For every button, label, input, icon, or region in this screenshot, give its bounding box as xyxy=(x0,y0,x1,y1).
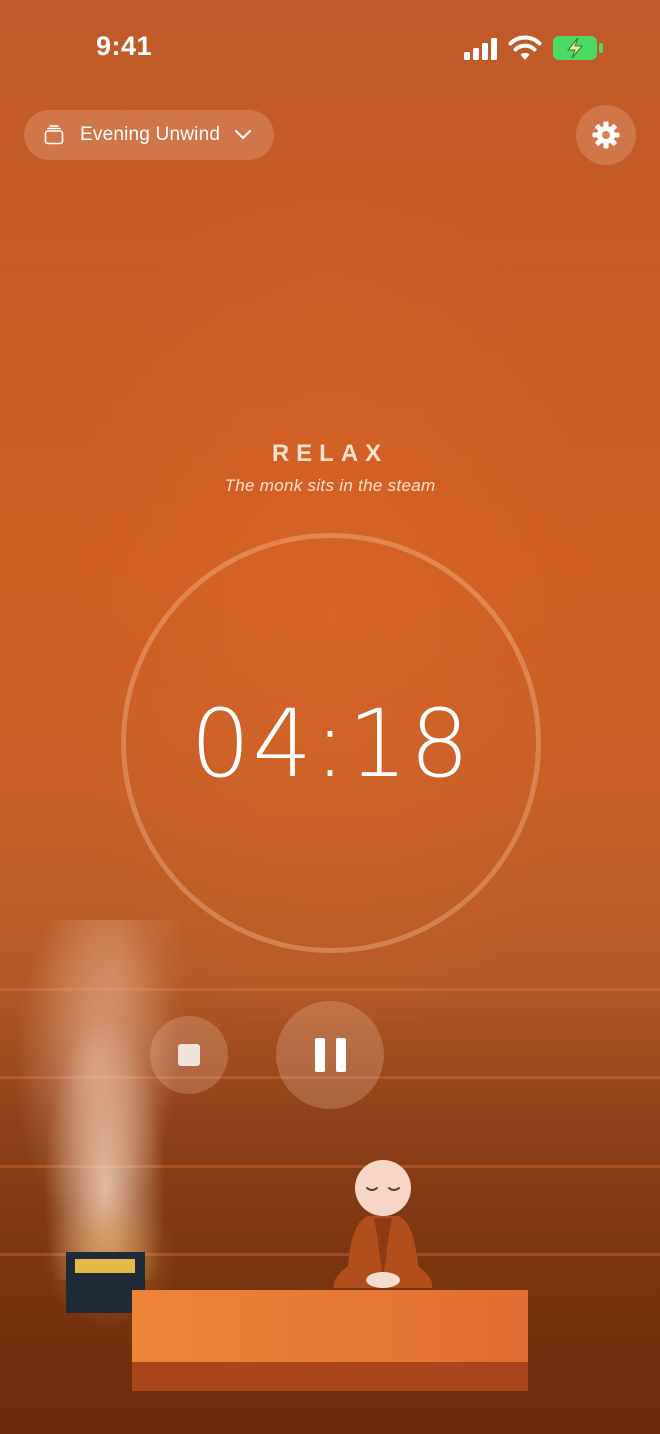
gear-icon xyxy=(592,121,620,149)
sauna-bench xyxy=(132,1290,528,1362)
pause-icon xyxy=(335,1038,346,1072)
sauna-bench-front xyxy=(132,1362,528,1391)
status-bar: 9:41 xyxy=(0,0,660,96)
countdown-timer: 04:18 xyxy=(190,690,472,799)
status-time: 9:41 xyxy=(96,31,153,61)
pause-button[interactable] xyxy=(276,1001,384,1109)
stop-button[interactable] xyxy=(150,1016,228,1094)
pause-icon xyxy=(314,1038,325,1072)
stop-icon xyxy=(178,1044,200,1066)
stack-icon xyxy=(44,125,64,145)
phase-label: RELAX xyxy=(271,440,389,467)
preset-selector[interactable]: Evening Unwind xyxy=(24,110,274,160)
cellular-signal-icon xyxy=(464,38,497,60)
preset-label: Evening Unwind xyxy=(80,124,221,145)
chevron-down-icon xyxy=(234,129,252,141)
wifi-icon xyxy=(508,35,542,60)
steam-cloud xyxy=(10,920,200,1280)
wall-plank-line xyxy=(0,988,660,991)
phase-subtitle: The monk sits in the steam xyxy=(224,476,436,495)
battery-charging-icon xyxy=(553,36,603,60)
monk-illustration xyxy=(333,1160,433,1288)
heater-coals xyxy=(75,1259,135,1273)
settings-button[interactable] xyxy=(576,105,636,165)
